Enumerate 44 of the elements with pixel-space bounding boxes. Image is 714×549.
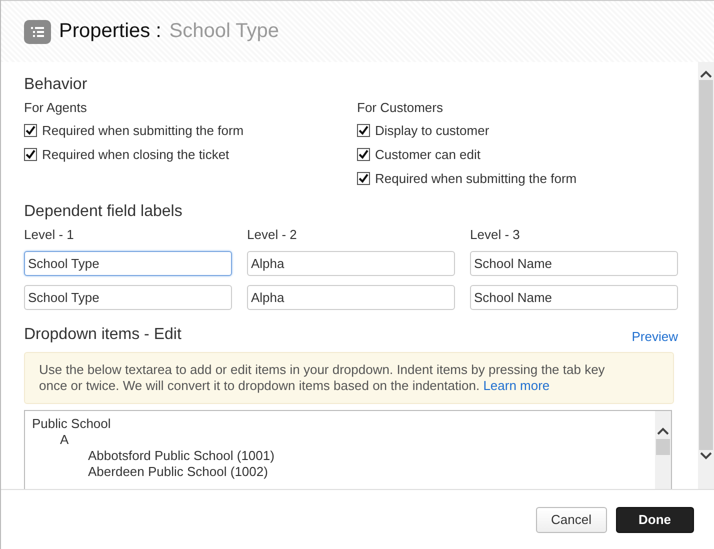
scroll-up-icon[interactable] [657,427,669,435]
group-label: For Agents [24,100,88,115]
section-heading: Behavior [24,76,88,94]
label-input-field[interactable]: School Name [470,251,678,276]
checkbox[interactable] [357,124,370,136]
dropdown-item-text: A [60,432,70,448]
dropdown-item-text: Aberdeen Public School (1002) [88,464,269,480]
checkbox-label: Required when closing the ticket [42,146,230,162]
level-label: Level - 1 [24,227,75,242]
scroll-thumb[interactable] [699,80,713,450]
label-input-field[interactable]: Alpha [247,251,455,276]
cancel-button[interactable]: Cancel [536,506,606,532]
learn-more-link[interactable]: Learn more [483,378,550,393]
scrollbar[interactable] [698,62,714,489]
label-input-field[interactable]: Alpha [247,285,455,310]
dialog-title: Properties : [59,20,162,43]
textarea-scrollbar[interactable] [655,411,671,489]
checkbox[interactable] [357,172,370,184]
level-label: Level - 3 [470,227,521,242]
dropdown-item-text: Abbotsford Public School (1001) [88,448,276,464]
dropdown-items-textarea[interactable]: Public School A Abbotsford Public School (1001) Aberdeen Public School (1002) [24,410,672,489]
scroll-down-icon[interactable] [700,452,712,460]
checkbox-label: Required when submitting the form [375,170,577,186]
section-heading: Dependent field labels [24,203,184,221]
label-input-field[interactable]: School Name [470,285,678,310]
checkbox[interactable] [357,148,370,160]
label-input-field[interactable]: School Type [24,285,232,310]
dropdown-item-text: Public School [32,416,112,432]
checkbox-label: Display to customer [375,122,490,138]
list-icon [24,20,51,44]
info-notice: Use the below textarea to add or edit items in your dropdown. Indent items by pressing the tab key once or twice. We will convert it to dropdown items based on the indentation. Learn more [24,352,674,404]
dialog-subtitle: School Type [169,20,279,43]
scroll-up-icon[interactable] [700,70,712,78]
section-heading: Dropdown items - Edit [24,326,182,344]
scroll-thumb[interactable] [656,439,670,455]
checkbox-label: Customer can edit [375,146,480,162]
level-label: Level - 2 [247,227,298,242]
preview-link[interactable]: Preview [632,329,678,344]
label-input-field[interactable]: School Type [24,251,232,276]
checkbox-label: Required when submitting the form [42,122,244,138]
checkbox[interactable] [24,124,37,136]
done-button[interactable]: Done [616,506,694,532]
checkbox[interactable] [24,148,37,160]
group-label: For Customers [357,100,444,115]
